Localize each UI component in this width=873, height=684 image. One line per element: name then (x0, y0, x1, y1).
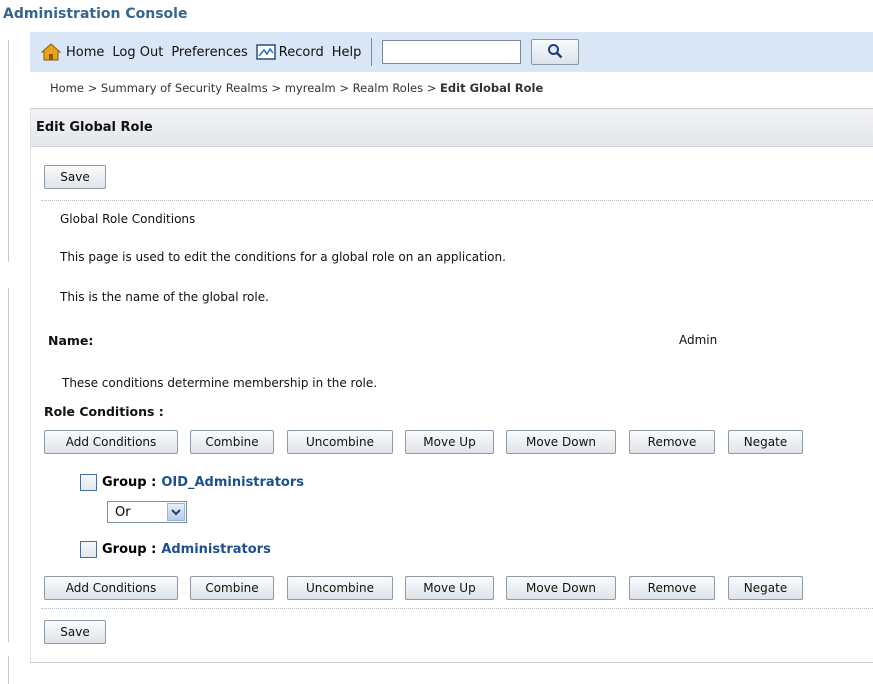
divider (41, 200, 873, 201)
move-down-button[interactable]: Move Down (506, 576, 616, 600)
uncombine-button[interactable]: Uncombine (287, 576, 393, 600)
breadcrumb: Home > Summary of Security Realms > myre… (50, 81, 543, 95)
toolbar: Home Log Out Preferences Record Help (30, 32, 873, 72)
move-down-button[interactable]: Move Down (506, 430, 616, 454)
save-button-bottom[interactable]: Save (44, 620, 106, 644)
app-title: Administration Console (3, 6, 188, 22)
breadcrumb-current: Edit Global Role (440, 81, 544, 95)
condition-checkbox[interactable] (80, 541, 97, 558)
operator-select[interactable]: Or (107, 501, 187, 523)
toolbar-separator (371, 38, 373, 66)
home-icon[interactable] (40, 43, 62, 61)
panel-title: Edit Global Role (31, 109, 873, 147)
condition-prefix: Group : (102, 542, 157, 557)
logout-link[interactable]: Log Out (112, 41, 163, 63)
record-link[interactable]: Record (279, 41, 324, 63)
left-divider (8, 40, 9, 262)
condition-row: Group : Administrators (80, 541, 271, 558)
search-button[interactable] (531, 39, 580, 65)
move-up-button[interactable]: Move Up (405, 430, 494, 454)
add-conditions-button[interactable]: Add Conditions (44, 576, 178, 600)
condition-prefix: Group : (102, 475, 157, 490)
add-conditions-button[interactable]: Add Conditions (44, 430, 178, 454)
operator-value: Or (115, 504, 131, 520)
help-link[interactable]: Help (332, 41, 362, 63)
divider (41, 608, 873, 609)
left-divider (8, 656, 9, 684)
combine-button[interactable]: Combine (190, 430, 274, 454)
negate-button[interactable]: Negate (728, 576, 803, 600)
condition-checkbox[interactable] (80, 474, 97, 491)
name-help-text: This is the name of the global role. (60, 290, 269, 304)
name-value: Admin (679, 333, 718, 347)
home-link[interactable]: Home (66, 41, 104, 63)
page-description: This page is used to edit the conditions… (60, 250, 506, 264)
record-icon[interactable] (256, 43, 276, 61)
left-divider (8, 288, 9, 642)
name-label: Name: (48, 333, 94, 348)
remove-button[interactable]: Remove (629, 430, 715, 454)
breadcrumb-myrealm[interactable]: myrealm > (285, 81, 349, 95)
magnifier-icon (547, 43, 563, 62)
save-button-top[interactable]: Save (44, 165, 106, 189)
condition-group-name: OID_Administrators (161, 475, 305, 490)
negate-button[interactable]: Negate (728, 430, 803, 454)
breadcrumb-security-realms[interactable]: Summary of Security Realms > (101, 81, 281, 95)
edit-global-role-panel: Edit Global Role Save Global Role Condit… (30, 108, 873, 663)
condition-row: Group : OID_Administrators (80, 474, 304, 491)
preferences-link[interactable]: Preferences (171, 41, 247, 63)
search-input[interactable] (382, 40, 522, 64)
move-up-button[interactable]: Move Up (405, 576, 494, 600)
role-conditions-label: Role Conditions : (44, 404, 164, 419)
chevron-down-icon (167, 503, 185, 521)
uncombine-button[interactable]: Uncombine (287, 430, 393, 454)
breadcrumb-realm-roles[interactable]: Realm Roles > (353, 81, 437, 95)
breadcrumb-home[interactable]: Home > (50, 81, 97, 95)
condition-group-name: Administrators (161, 542, 271, 557)
remove-button[interactable]: Remove (629, 576, 715, 600)
conditions-help-text: These conditions determine membership in… (62, 376, 378, 390)
combine-button[interactable]: Combine (190, 576, 274, 600)
section-title: Global Role Conditions (60, 212, 196, 226)
